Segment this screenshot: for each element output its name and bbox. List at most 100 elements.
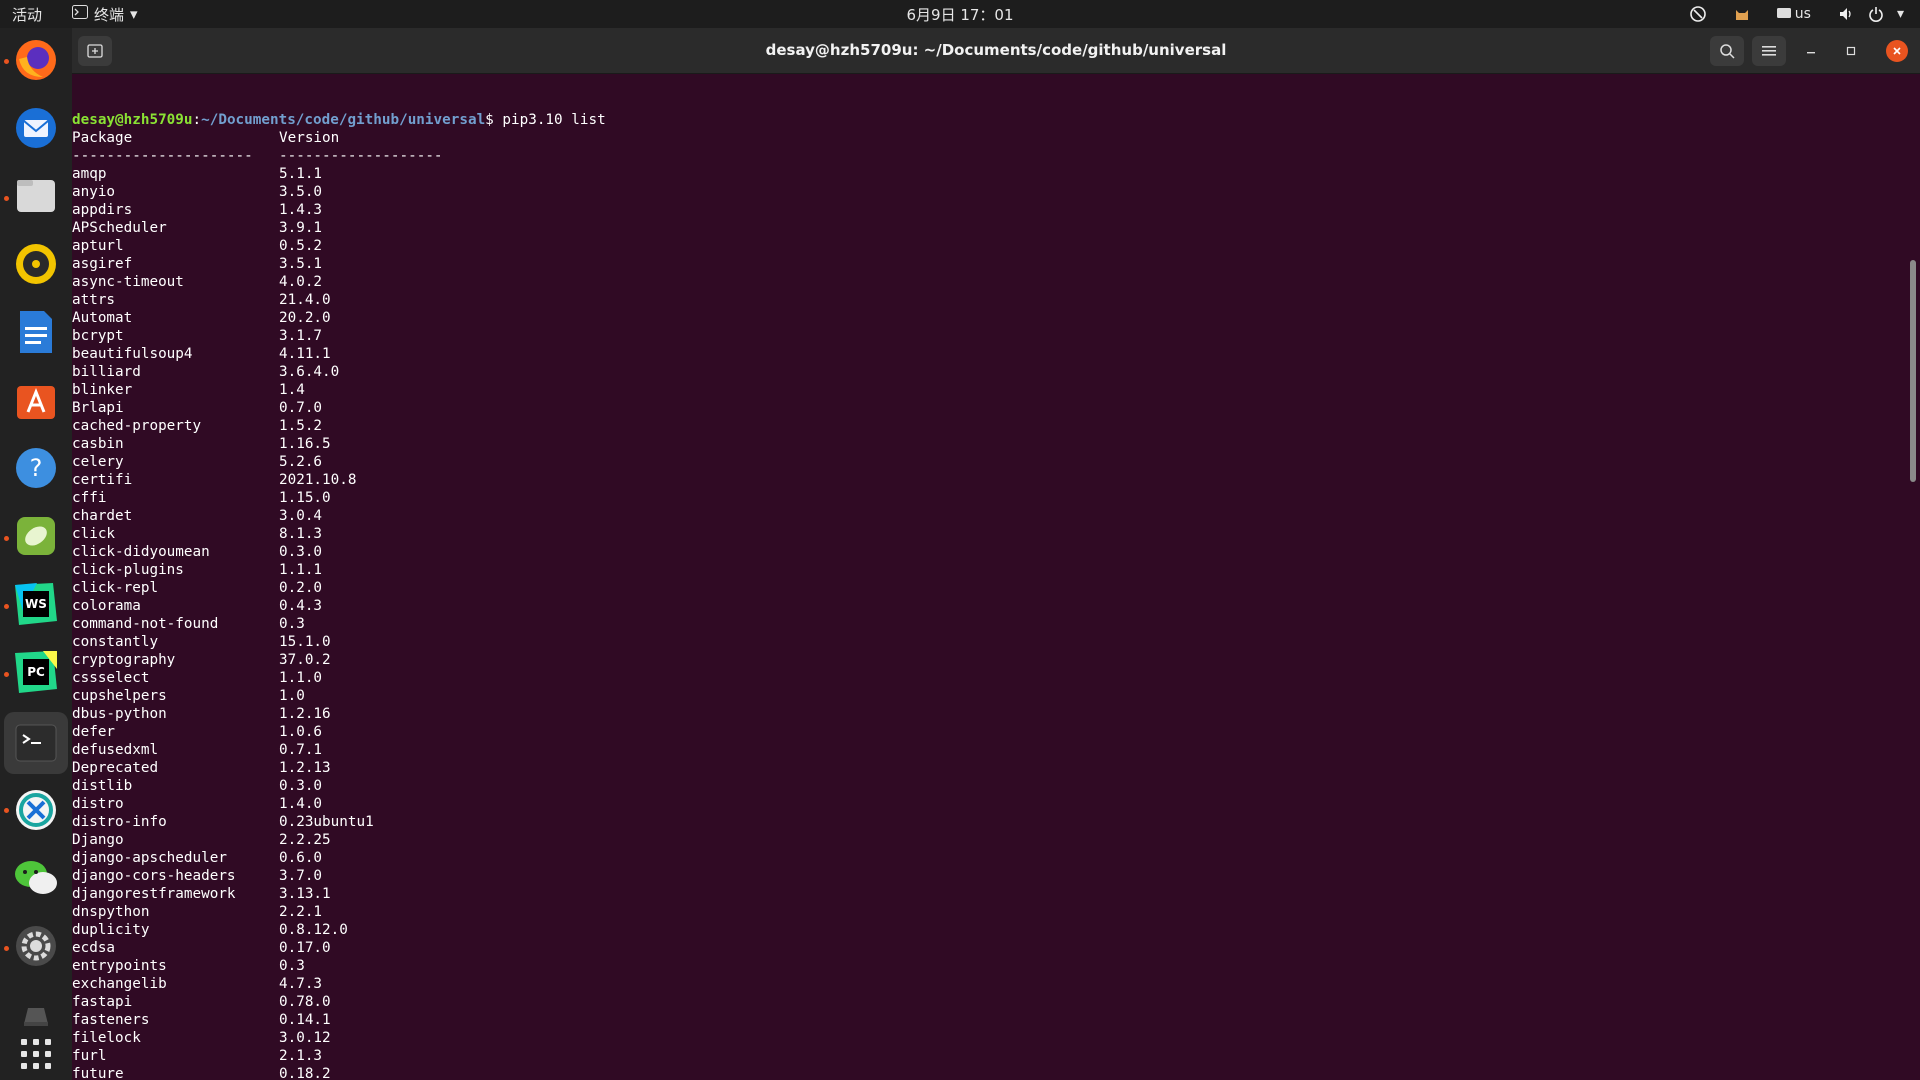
package-name: defer xyxy=(72,724,116,740)
package-name: Automat xyxy=(72,310,133,326)
table-row: djangorestframework 3.13.1 xyxy=(72,885,606,903)
table-row: django-apscheduler 0.6.0 xyxy=(72,849,606,867)
activities-button[interactable]: 活动 xyxy=(12,4,42,25)
package-version: 1.2.16 xyxy=(279,706,331,722)
table-row: colorama 0.4.3 xyxy=(72,597,606,615)
table-row: defusedxml 0.7.1 xyxy=(72,741,606,759)
table-row: billiard 3.6.4.0 xyxy=(72,363,606,381)
package-name: duplicity xyxy=(72,922,150,938)
prompt-line: desay@hzh5709u:~/Documents/code/github/u… xyxy=(72,111,606,129)
webstorm-icon[interactable]: WS xyxy=(10,578,62,630)
table-row: distro 1.4.0 xyxy=(72,795,606,813)
package-version: 21.4.0 xyxy=(279,292,331,308)
files-icon[interactable] xyxy=(10,170,62,222)
package-version: 3.5.1 xyxy=(279,256,323,272)
package-name: dbus-python xyxy=(72,706,167,722)
table-row: Automat 20.2.0 xyxy=(72,309,606,327)
package-name: click-plugins xyxy=(72,562,184,578)
chevron-down-icon[interactable]: ▾ xyxy=(1897,6,1904,22)
pycharm-icon[interactable]: PC xyxy=(10,646,62,698)
package-version: 0.3.0 xyxy=(279,778,323,794)
table-row: celery 5.2.6 xyxy=(72,453,606,471)
package-version: 4.11.1 xyxy=(279,346,331,362)
libreoffice-writer-icon[interactable] xyxy=(10,306,62,358)
package-name: django-apscheduler xyxy=(72,850,227,866)
package-name: chardet xyxy=(72,508,133,524)
table-row: dbus-python 1.2.16 xyxy=(72,705,606,723)
package-version: 2.2.1 xyxy=(279,904,323,920)
table-row: click-repl 0.2.0 xyxy=(72,579,606,597)
package-version: 0.4.3 xyxy=(279,598,323,614)
table-row: cupshelpers 1.0 xyxy=(72,687,606,705)
svg-text:?: ? xyxy=(30,454,43,482)
ubuntu-software-icon[interactable] xyxy=(10,374,62,426)
package-name: furl xyxy=(72,1048,107,1064)
prompt-separator: : xyxy=(192,112,202,128)
thunderbird-icon[interactable] xyxy=(10,102,62,154)
prompt-path: ~/Documents/code/github/universal xyxy=(201,112,486,128)
table-row: fasteners 0.14.1 xyxy=(72,1011,606,1029)
package-name: Django xyxy=(72,832,124,848)
volume-icon[interactable] xyxy=(1837,5,1855,23)
package-version: 1.1.1 xyxy=(279,562,323,578)
package-name: bcrypt xyxy=(72,328,124,344)
svg-text:WS: WS xyxy=(25,597,47,611)
keyboard-layout-label: us xyxy=(1794,6,1811,22)
app-menu[interactable]: 终端 ▾ xyxy=(72,4,138,25)
package-name: Brlapi xyxy=(72,400,124,416)
table-row: click-didyoumean 0.3.0 xyxy=(72,543,606,561)
package-version: 3.13.1 xyxy=(279,886,331,902)
terminal-icon[interactable] xyxy=(4,712,68,774)
remote-desktop-icon[interactable] xyxy=(10,784,62,836)
table-row: apturl 0.5.2 xyxy=(72,237,606,255)
hamburger-menu-button[interactable] xyxy=(1752,36,1786,66)
package-version: 2.2.25 xyxy=(279,832,331,848)
help-icon[interactable]: ? xyxy=(10,442,62,494)
maximize-button[interactable] xyxy=(1834,36,1868,66)
package-name: djangorestframework xyxy=(72,886,236,902)
package-version: 15.1.0 xyxy=(279,634,331,650)
package-name: ecdsa xyxy=(72,940,116,956)
clock[interactable]: 6月9日 17：01 xyxy=(906,4,1013,25)
postman-leaf-icon[interactable] xyxy=(10,510,62,562)
power-icon[interactable] xyxy=(1867,5,1885,23)
package-version: 1.16.5 xyxy=(279,436,331,452)
table-row: cssselect 1.1.0 xyxy=(72,669,606,687)
column-header-version: Version xyxy=(279,130,340,146)
new-tab-button[interactable] xyxy=(78,36,112,66)
minimize-button[interactable] xyxy=(1794,36,1828,66)
package-version: 0.5.2 xyxy=(279,238,323,254)
close-button[interactable] xyxy=(1886,40,1908,62)
table-row: duplicity 0.8.12.0 xyxy=(72,921,606,939)
package-version: 1.5.2 xyxy=(279,418,323,434)
settings-gear-icon[interactable] xyxy=(10,920,62,972)
rhythmbox-icon[interactable] xyxy=(10,238,62,290)
show-applications-grid-icon[interactable] xyxy=(10,1028,62,1080)
package-version: 0.14.1 xyxy=(279,1012,331,1028)
package-version: 1.1.0 xyxy=(279,670,323,686)
table-row: dnspython 2.2.1 xyxy=(72,903,606,921)
package-version: 8.1.3 xyxy=(279,526,323,542)
package-name: distro-info xyxy=(72,814,167,830)
wechat-icon[interactable] xyxy=(10,852,62,904)
package-name: APScheduler xyxy=(72,220,167,236)
package-name: filelock xyxy=(72,1030,141,1046)
package-version: 1.4 xyxy=(279,382,305,398)
table-divider: --------------------- ------------------- xyxy=(72,147,606,165)
table-row: Brlapi 0.7.0 xyxy=(72,399,606,417)
package-name: async-timeout xyxy=(72,274,184,290)
terminal-scrollbar[interactable] xyxy=(1910,260,1916,482)
package-version: 1.4.0 xyxy=(279,796,323,812)
package-name: dnspython xyxy=(72,904,150,920)
package-version: 3.5.0 xyxy=(279,184,323,200)
terminal-output[interactable]: desay@hzh5709u:~/Documents/code/github/u… xyxy=(72,74,1902,1080)
terminal-window: desay@hzh5709u: ~/Documents/code/github/… xyxy=(72,28,1920,1080)
search-button[interactable] xyxy=(1710,36,1744,66)
package-version: 0.7.1 xyxy=(279,742,323,758)
keyboard-layout[interactable]: us xyxy=(1776,6,1811,22)
firefox-icon[interactable] xyxy=(10,34,62,86)
running-indicator xyxy=(4,672,9,677)
cat-app-icon[interactable] xyxy=(1733,5,1751,23)
status-indicator-icon[interactable] xyxy=(1689,5,1707,23)
window-titlebar[interactable]: desay@hzh5709u: ~/Documents/code/github/… xyxy=(72,28,1920,74)
